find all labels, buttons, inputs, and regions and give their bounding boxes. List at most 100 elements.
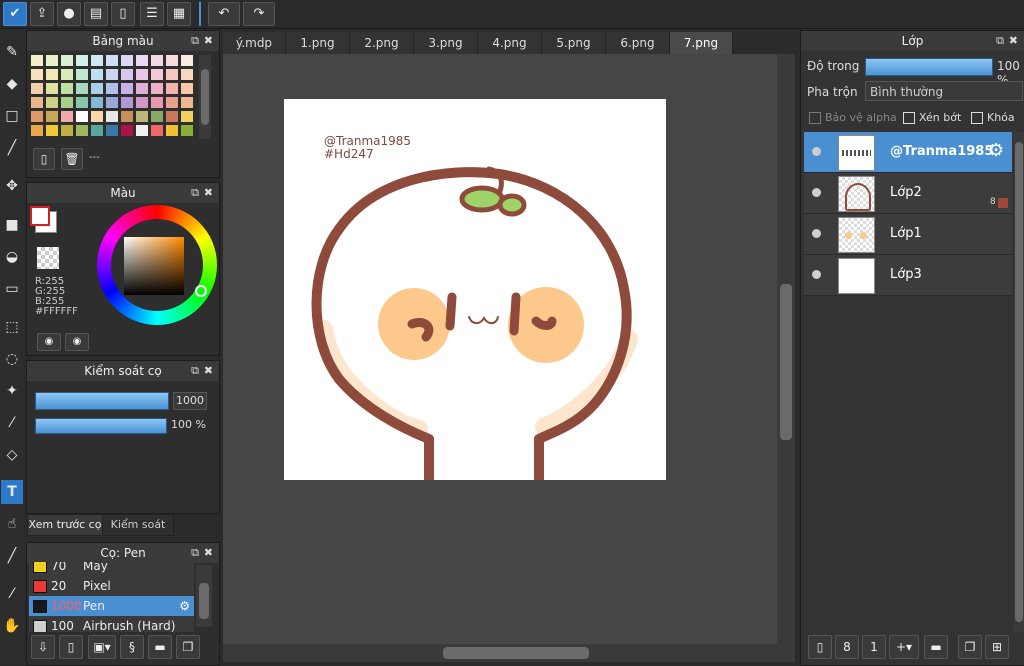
- document-icon[interactable]: ▯: [111, 2, 135, 26]
- color-swatch[interactable]: [106, 55, 118, 66]
- layer-row[interactable]: Lớp3: [804, 255, 1012, 296]
- folder-icon[interactable]: ▬: [148, 635, 172, 659]
- color-swatch[interactable]: [181, 97, 193, 108]
- foreground-color-swatch[interactable]: [30, 206, 50, 226]
- duplicate-icon[interactable]: ❐: [176, 635, 200, 659]
- visibility-icon[interactable]: [812, 147, 821, 156]
- color-swatch[interactable]: [181, 125, 193, 136]
- duplicate-layer-icon[interactable]: ❐: [958, 635, 982, 659]
- color-swatch[interactable]: [106, 83, 118, 94]
- color-swatch[interactable]: [61, 83, 73, 94]
- close-icon[interactable]: ✖: [204, 361, 213, 381]
- color-swatch[interactable]: [181, 69, 193, 80]
- layers-scrollbar[interactable]: [1014, 132, 1024, 632]
- visibility-icon[interactable]: [812, 270, 821, 279]
- color-swatch[interactable]: [31, 69, 43, 80]
- color-swatch[interactable]: [166, 97, 178, 108]
- layer-row[interactable]: Lớp2 8: [804, 173, 1012, 214]
- color-swatch[interactable]: [61, 97, 73, 108]
- brush-download-icon[interactable]: ⇩: [31, 635, 55, 659]
- canvas-hscroll-thumb[interactable]: [443, 647, 589, 659]
- color-swatch[interactable]: [46, 83, 58, 94]
- tab-document[interactable]: ý.mdp: [223, 32, 286, 54]
- color-swatch[interactable]: [151, 55, 163, 66]
- opacity-slider[interactable]: [35, 418, 167, 434]
- color-swatch[interactable]: [136, 97, 148, 108]
- size-slider[interactable]: [35, 392, 169, 410]
- color-swatch[interactable]: [91, 125, 103, 136]
- color-swatch[interactable]: [46, 125, 58, 136]
- popout-icon[interactable]: ⧉: [191, 31, 199, 51]
- new-palette-button[interactable]: ▯: [33, 148, 55, 170]
- clip-option[interactable]: Xén bớt: [903, 111, 961, 124]
- color-swatch[interactable]: [166, 83, 178, 94]
- palette-mode-icon[interactable]: ◉: [37, 333, 61, 351]
- color-swatch[interactable]: [61, 111, 73, 122]
- palette-add-icon[interactable]: ◉: [65, 333, 89, 351]
- new-8bit-layer-icon[interactable]: 8: [835, 635, 859, 659]
- color-swatch[interactable]: [136, 55, 148, 66]
- brush-item[interactable]: 70 Mây: [29, 562, 194, 576]
- gradient-icon[interactable]: ▭: [1, 277, 23, 301]
- canvas-vscroll-thumb[interactable]: [780, 284, 792, 440]
- list-icon[interactable]: ☰: [140, 2, 164, 26]
- bucket-icon[interactable]: ◒: [1, 245, 23, 269]
- brush-type-icon[interactable]: ▣▾: [88, 635, 116, 659]
- layer-row-selected[interactable]: @Tranma1985 ⚙: [804, 132, 1012, 173]
- color-swatch[interactable]: [136, 69, 148, 80]
- gear-icon[interactable]: ⚙: [179, 596, 190, 616]
- color-swatch[interactable]: [91, 97, 103, 108]
- color-swatch[interactable]: [151, 69, 163, 80]
- chat-icon[interactable]: ▤: [84, 2, 108, 26]
- hue-handle[interactable]: [195, 285, 207, 297]
- color-swatch[interactable]: [31, 125, 43, 136]
- tab-document[interactable]: 5.png: [542, 32, 606, 54]
- brush-item[interactable]: 20 Pixel: [29, 576, 194, 596]
- popout-icon[interactable]: ⧉: [191, 361, 199, 381]
- hue-wheel[interactable]: [97, 205, 217, 325]
- tab-document[interactable]: 4.png: [478, 32, 542, 54]
- color-swatch[interactable]: [166, 55, 178, 66]
- layer-folder-icon[interactable]: ▬: [924, 635, 948, 659]
- color-swatch[interactable]: [46, 111, 58, 122]
- color-swatch[interactable]: [106, 69, 118, 80]
- popout-icon[interactable]: ⧉: [191, 543, 199, 563]
- add-layer-menu-icon[interactable]: +▾: [889, 635, 919, 659]
- color-swatch[interactable]: [136, 125, 148, 136]
- undo-icon[interactable]: ↶: [208, 2, 240, 26]
- color-swatch[interactable]: [31, 55, 43, 66]
- hand-select-icon[interactable]: ☝: [1, 512, 23, 536]
- hand-icon[interactable]: ✋: [1, 614, 23, 638]
- color-swatch[interactable]: [166, 125, 178, 136]
- size-value[interactable]: 1000: [173, 392, 207, 410]
- merge-layer-icon[interactable]: ⊞: [985, 635, 1009, 659]
- color-swatch[interactable]: [61, 125, 73, 136]
- color-swatch[interactable]: [46, 69, 58, 80]
- text-icon[interactable]: T: [1, 480, 23, 504]
- color-swatch[interactable]: [31, 97, 43, 108]
- redo-icon[interactable]: ↷: [243, 2, 275, 26]
- color-swatch[interactable]: [76, 69, 88, 80]
- brush-settings-icon[interactable]: §: [120, 635, 144, 659]
- color-swatch[interactable]: [121, 111, 133, 122]
- brush-item[interactable]: 100 Airbrush (Hard): [29, 616, 194, 632]
- new-layer-icon[interactable]: ▯: [808, 635, 832, 659]
- share-icon[interactable]: ⇪: [30, 2, 54, 26]
- color-swatch[interactable]: [61, 55, 73, 66]
- transparent-swatch[interactable]: [37, 247, 59, 269]
- select-eraser-icon[interactable]: ◇: [1, 443, 23, 467]
- move-icon[interactable]: ✥: [1, 174, 23, 198]
- color-swatch[interactable]: [46, 55, 58, 66]
- color-swatch[interactable]: [181, 83, 193, 94]
- select-rect-icon[interactable]: ⬚: [1, 315, 23, 339]
- color-swatch[interactable]: [151, 111, 163, 122]
- color-swatch[interactable]: [136, 83, 148, 94]
- saturation-square[interactable]: [124, 237, 184, 295]
- color-swatch[interactable]: [76, 125, 88, 136]
- color-swatch[interactable]: [31, 83, 43, 94]
- layer-row[interactable]: Lớp1: [804, 214, 1012, 255]
- pen-icon[interactable]: ╱: [1, 136, 23, 160]
- color-swatch[interactable]: [76, 55, 88, 66]
- shape-icon[interactable]: □: [1, 104, 23, 128]
- layers-scroll-thumb[interactable]: [1015, 142, 1023, 622]
